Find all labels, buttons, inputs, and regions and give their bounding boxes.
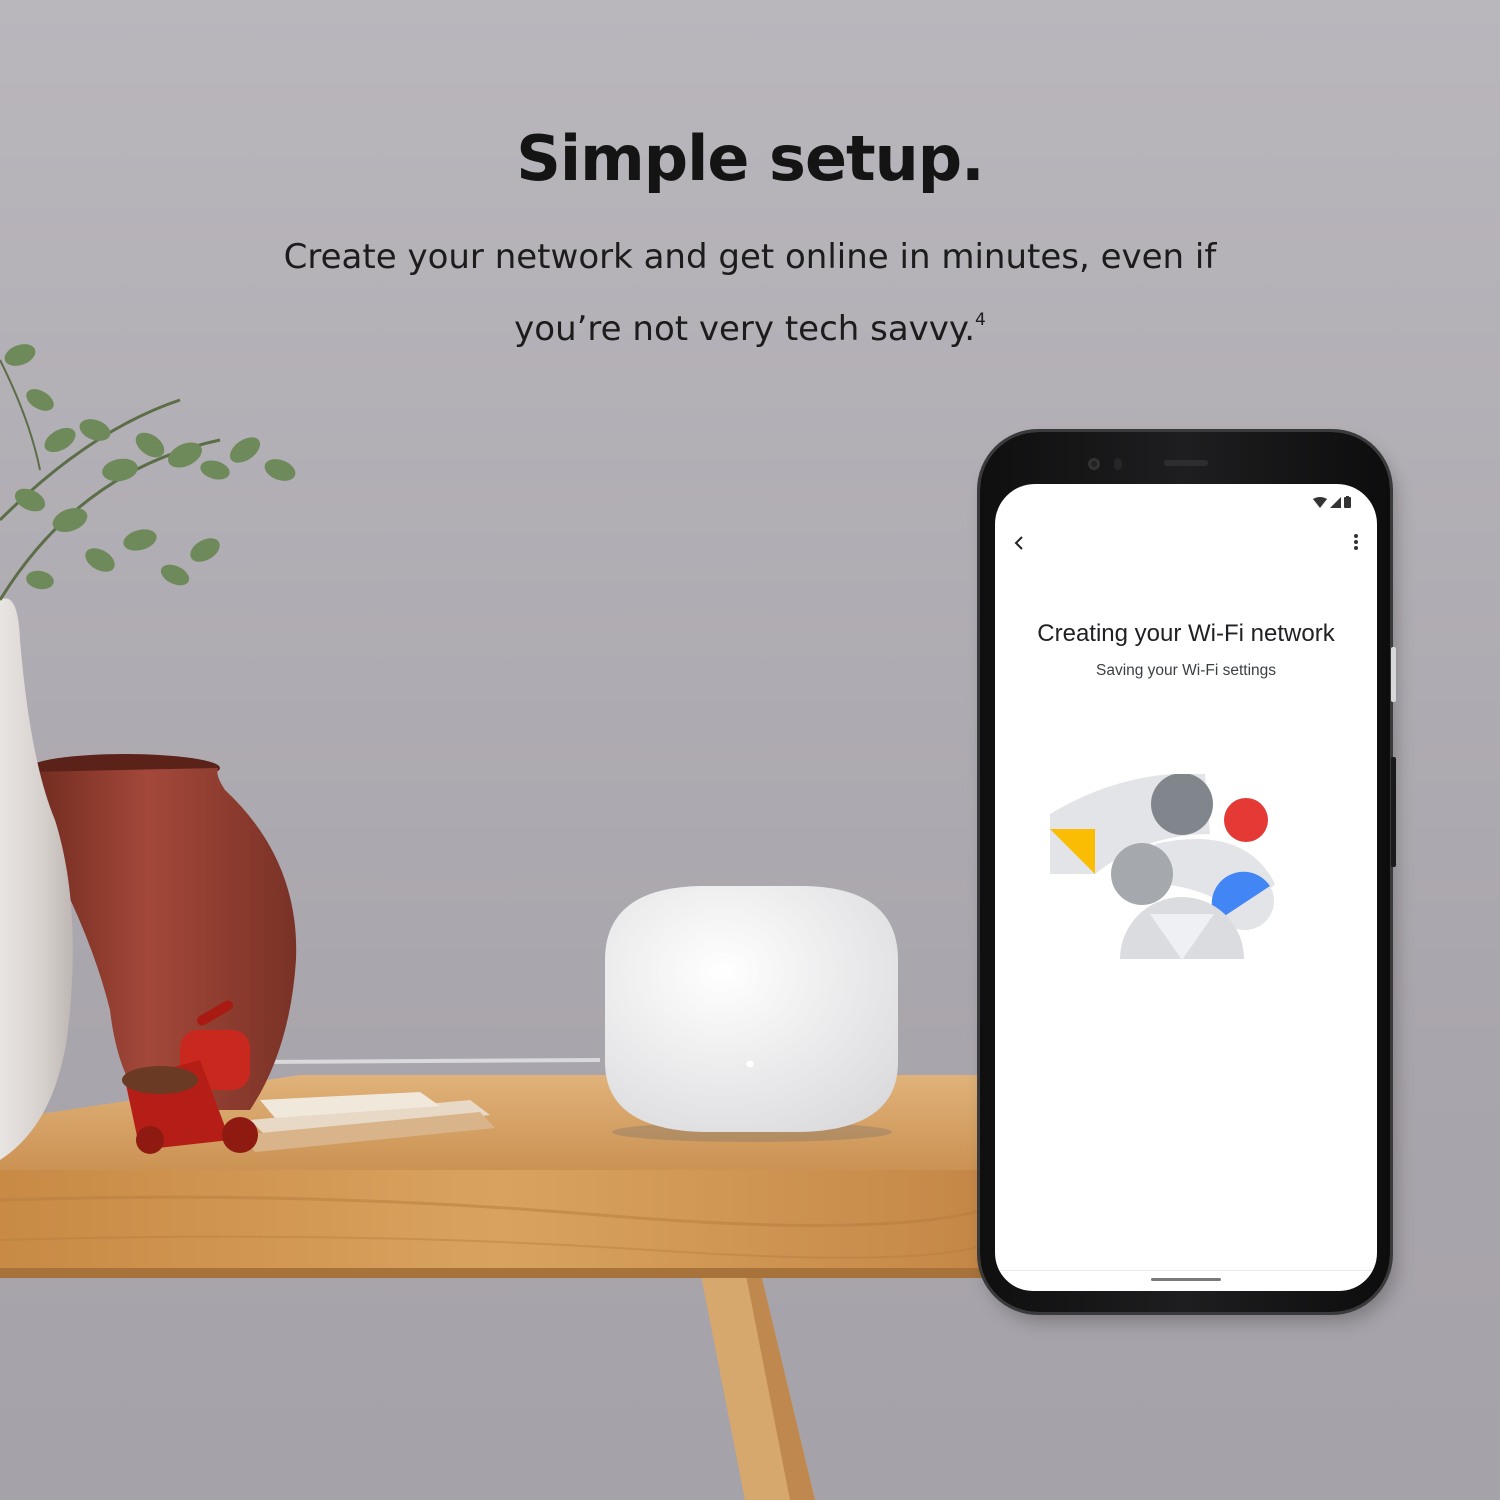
promo-subtext-line2: you’re not very tech savvy.4 — [250, 289, 1250, 361]
front-camera — [1088, 458, 1100, 470]
setup-illustration — [1050, 774, 1275, 960]
router-device — [605, 886, 898, 1142]
home-gesture-bar[interactable] — [1151, 1278, 1221, 1281]
screen-title: Creating your Wi-Fi network — [1037, 620, 1335, 647]
status-bar — [1313, 496, 1351, 508]
promo-subtext-line1: Create your network and get online in mi… — [283, 237, 1217, 277]
router-cable — [259, 1058, 601, 1064]
proximity-sensor — [1114, 458, 1122, 470]
wifi-icon — [1313, 496, 1327, 508]
earpiece-speaker — [1164, 460, 1208, 466]
battery-icon — [1344, 496, 1351, 508]
footnote-marker: 4 — [975, 310, 986, 330]
signal-icon — [1330, 496, 1341, 508]
screen-subtitle: Saving your Wi-Fi settings — [1095, 662, 1277, 679]
more-vert-icon[interactable] — [1349, 532, 1363, 554]
promo-headline: Simple setup. — [516, 122, 984, 195]
promo-subtext-line2-text: you’re not very tech savvy. — [514, 309, 975, 349]
promo-subtext: Create your network and get online in mi… — [250, 226, 1250, 361]
power-button — [1391, 647, 1396, 702]
chevron-left-icon[interactable] — [1009, 532, 1031, 554]
phone-screen: Creating your Wi-Fi network Saving your … — [995, 484, 1377, 1291]
nav-divider — [995, 1270, 1377, 1271]
volume-button — [1391, 757, 1396, 867]
smartphone: Creating your Wi-Fi network Saving your … — [980, 432, 1396, 1312]
